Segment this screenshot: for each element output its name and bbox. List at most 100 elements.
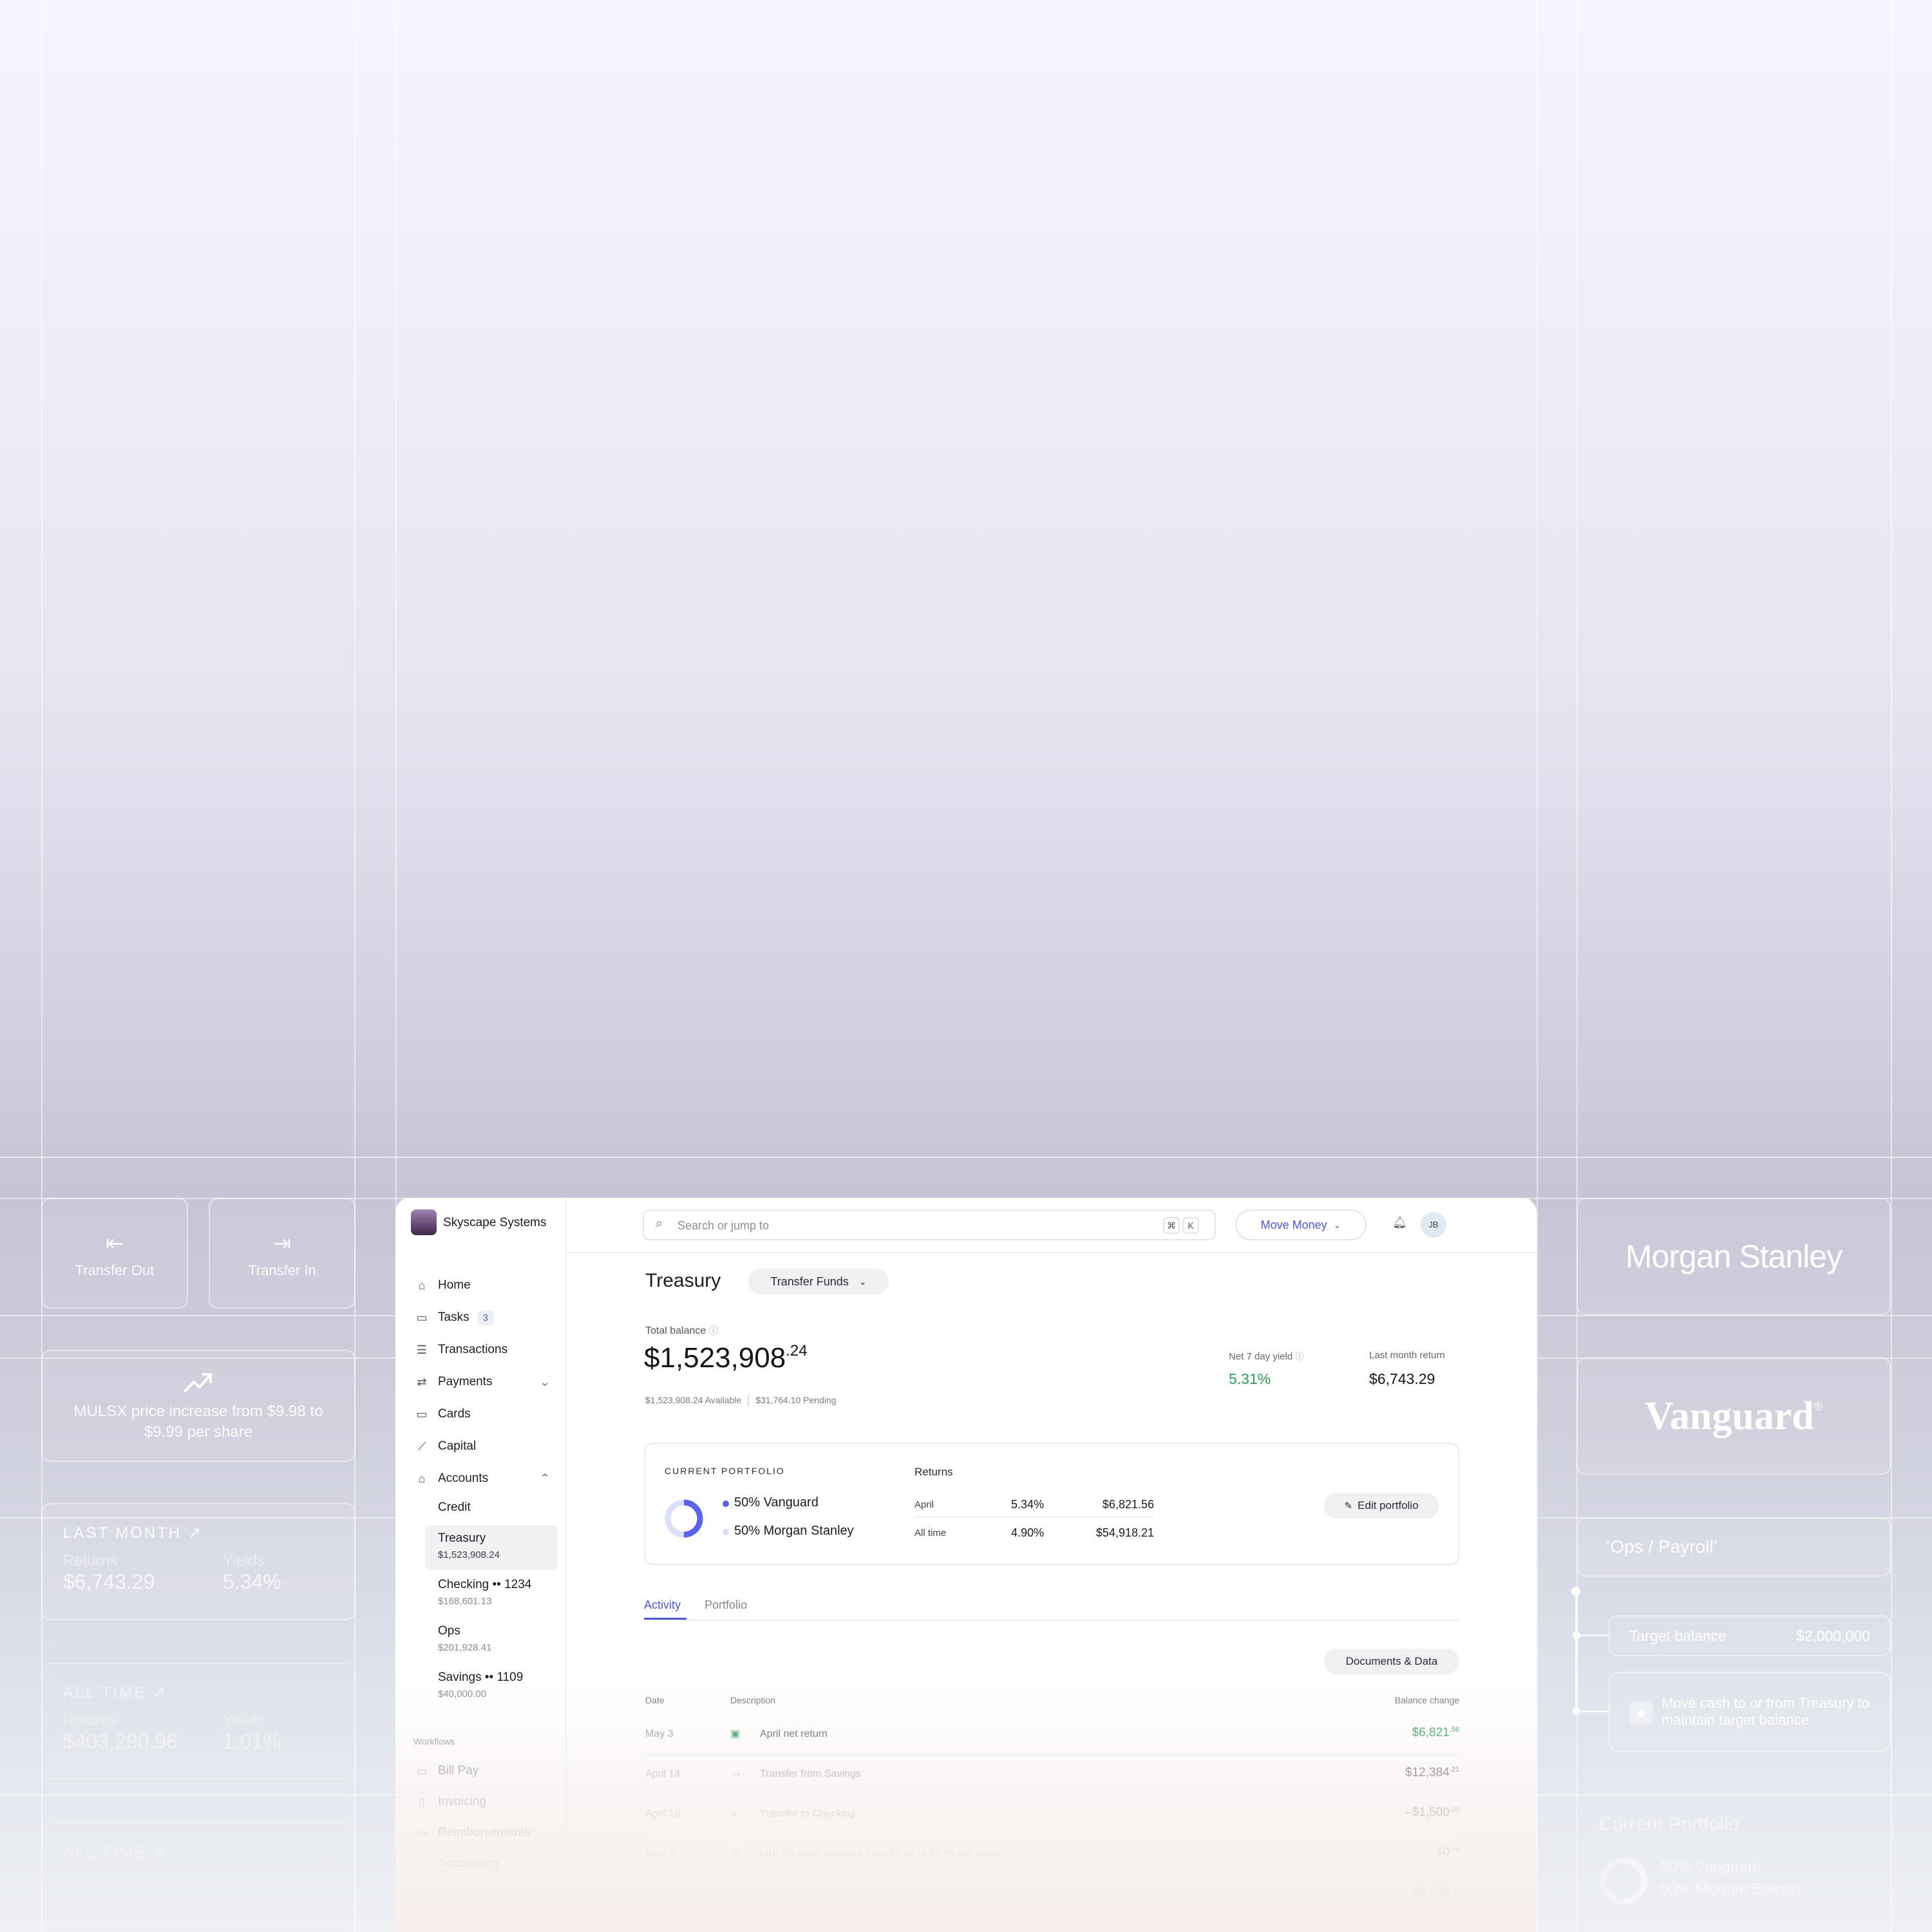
search-icon: ⌕: [656, 1217, 663, 1231]
col-balance-change: Balance change: [1394, 1695, 1459, 1705]
move-money-button[interactable]: Move Money ⌄: [1235, 1209, 1367, 1240]
ops-payroll-card[interactable]: ‘Ops / Payroll’: [1577, 1517, 1891, 1577]
yields-value: 5.34%: [223, 1570, 281, 1593]
portfolio-donut: [1600, 1857, 1647, 1905]
target-balance-value: $2,000,000: [1795, 1627, 1870, 1644]
sidebar-item-capital[interactable]: ⟋ Capital: [415, 1434, 476, 1459]
sidebar-item-accounts[interactable]: ⌂ Accounts ⌃: [415, 1466, 550, 1492]
sidebar-item-tasks[interactable]: ▭ Tasks 3: [415, 1305, 494, 1331]
last-month-value: $6,743.29: [1369, 1370, 1435, 1387]
portfolio-card: CURRENT PORTFOLIO 50% Vanguard 50% Morga…: [644, 1443, 1459, 1565]
account-savings[interactable]: Savings •• 1109 $40,000.00: [438, 1671, 523, 1700]
col-date: Date: [645, 1695, 665, 1705]
sidebar-item-reimbursements[interactable]: ▭ Reimbursements: [415, 1820, 530, 1846]
top-bar: ⌕ Search or jump to ⌘ K Move Money ⌄ 🔔︎ J…: [567, 1198, 1537, 1253]
page-title: Treasury: [645, 1270, 721, 1291]
morgan-stanley-logo: Morgan Stanley: [1625, 1238, 1842, 1274]
yields-value: 1.01%: [223, 1730, 281, 1753]
morgan-stanley-card[interactable]: Morgan Stanley: [1577, 1198, 1891, 1315]
ledger-icon: ▭: [416, 1857, 428, 1870]
returns-label: Returns: [63, 1712, 118, 1729]
sidebar-item-invoicing[interactable]: ▯ Invoicing: [415, 1789, 486, 1815]
arrow-up-right-icon: ↗: [153, 1684, 168, 1701]
tabs-divider: [644, 1620, 1459, 1621]
table-row[interactable]: –$2,500.00: [644, 1875, 1459, 1915]
yields-label: Yields: [223, 1552, 265, 1569]
portfolio-vanguard: 50% Vanguard: [734, 1495, 819, 1510]
vanguard-card[interactable]: Vanguard ®: [1577, 1358, 1891, 1475]
arrow-right-icon: →: [730, 1766, 742, 1779]
company-name[interactable]: Skyscape Systems: [443, 1216, 547, 1230]
transfer-icon: ⇄: [417, 1375, 427, 1388]
account-ops[interactable]: Ops $201,928.41: [438, 1624, 491, 1653]
kbd-k: K: [1182, 1217, 1199, 1234]
sidebar-item-home[interactable]: ⌂ Home: [415, 1273, 471, 1298]
connector-dot: [1573, 1631, 1580, 1639]
connector-line: [1575, 1592, 1578, 1712]
guide-line: [0, 1157, 1932, 1158]
edit-portfolio-button[interactable]: ✎ Edit portfolio: [1324, 1493, 1439, 1519]
arrow-left-bar-icon: ⇤: [105, 1231, 124, 1256]
bill-icon: ▭: [416, 1764, 428, 1777]
total-balance-label: Total balance ⓘ: [645, 1325, 718, 1336]
tab-portfolio[interactable]: Portfolio: [705, 1598, 747, 1612]
connector-line: [1577, 1634, 1609, 1636]
transfer-funds-button[interactable]: Transfer Funds ⌄: [748, 1269, 889, 1294]
transfer-out-card[interactable]: ⇤ Transfer Out: [41, 1198, 188, 1309]
arrow-left-icon: ←: [730, 1806, 742, 1819]
arrow-right-bar-icon: ⇥: [272, 1231, 292, 1256]
sidebar-item-accounting[interactable]: ▭ Accounting: [415, 1851, 498, 1877]
registered-mark: ®: [1814, 1399, 1823, 1413]
invoice-icon: ▯: [419, 1795, 425, 1808]
cp-vanguard: 50% Vanguard: [1660, 1859, 1762, 1876]
chevron-down-icon: ⌄: [858, 1276, 867, 1287]
avatar[interactable]: JB: [1421, 1212, 1446, 1238]
info-icon: ⓘ: [708, 1325, 718, 1336]
guide-line: [1537, 0, 1538, 1932]
target-balance-card[interactable]: Target balance $2,000,000: [1609, 1615, 1891, 1656]
returns-row-all-time: All time 4.90% $54,918.21: [914, 1526, 1154, 1539]
sidebar-item-cards[interactable]: ▭ Cards: [415, 1401, 470, 1427]
all-time-header: ALL TIME ↗: [63, 1684, 168, 1701]
sidebar-item-payments[interactable]: ⇄ Payments ⌄: [415, 1369, 550, 1395]
table-row[interactable]: May 3 ▣ April net return $6,821.56: [644, 1716, 1459, 1756]
documents-data-button[interactable]: Documents & Data: [1324, 1649, 1459, 1674]
returns-value: $403,290.96: [63, 1730, 178, 1753]
connector-dot: [1571, 1587, 1580, 1596]
connector-dot: [1573, 1707, 1580, 1715]
portfolio-header: CURRENT PORTFOLIO: [665, 1466, 785, 1476]
notice-text: MULSX price increase from $9.98 to $9.99…: [73, 1403, 323, 1441]
list-icon: ☰: [416, 1343, 428, 1356]
workflows-label: Workflows: [413, 1736, 455, 1747]
sidebar: Skyscape Systems ⌂ Home ▭ Tasks 3 ☰ Transact…: [395, 1198, 567, 1932]
bell-icon[interactable]: 🔔︎: [1392, 1216, 1407, 1229]
tab-activity[interactable]: Activity: [644, 1598, 681, 1612]
returns-label: Returns: [63, 1552, 118, 1569]
account-treasury[interactable]: Treasury $1,523,908.24: [438, 1531, 500, 1560]
all-time-card: ALL TIME ↗ Returns $403,290.96 Yields 1.…: [41, 1663, 355, 1780]
yields-label: Yields: [223, 1712, 265, 1729]
cp-morgan-stanley: 50% Morgan Stanley: [1660, 1880, 1804, 1898]
yield-value: 5.31%: [1229, 1370, 1271, 1387]
sidebar-item-bill-pay[interactable]: ▭ Bill Pay: [415, 1758, 478, 1784]
chart-icon: ⟋: [417, 1439, 426, 1453]
company-logo: [411, 1209, 437, 1235]
legend-dot-ms: [723, 1529, 729, 1535]
search-input[interactable]: ⌕ Search or jump to ⌘ K: [643, 1209, 1216, 1240]
connector-line: [1577, 1710, 1609, 1712]
transfer-in-card[interactable]: ⇥ Transfer In: [209, 1198, 355, 1309]
sidebar-item-transactions[interactable]: ☰ Transactions: [415, 1337, 507, 1363]
current-portfolio-ghost: Current Portfolio 50% Vanguard 50% Morga…: [1577, 1794, 1891, 1932]
app-window: Skyscape Systems ⌂ Home ▭ Tasks 3 ☰ Transact…: [395, 1198, 1537, 1932]
total-balance: $1,523,908.24: [644, 1342, 808, 1374]
table-row[interactable]: April 10 ← Transfer to Checking –$1,500.…: [644, 1795, 1459, 1835]
account-checking[interactable]: Checking •• 1234 $168,601.13: [438, 1578, 531, 1607]
table-row[interactable]: April 5 ↗ MULSX price increase from $9.9…: [644, 1835, 1459, 1875]
move-cash-card[interactable]: ◆ Move cash to or from Treasury to maint…: [1609, 1672, 1891, 1752]
move-cash-text: Move cash to or from Treasury to maintai…: [1662, 1695, 1870, 1728]
account-credit[interactable]: Credit: [438, 1501, 471, 1515]
table-row[interactable]: April 14 → Transfer from Savings $12,384…: [644, 1756, 1459, 1795]
vanguard-logo: Vanguard: [1644, 1394, 1814, 1438]
all-time-card-2: ALL TIME ↗: [41, 1823, 355, 1932]
info-icon: ⓘ: [1295, 1352, 1304, 1361]
